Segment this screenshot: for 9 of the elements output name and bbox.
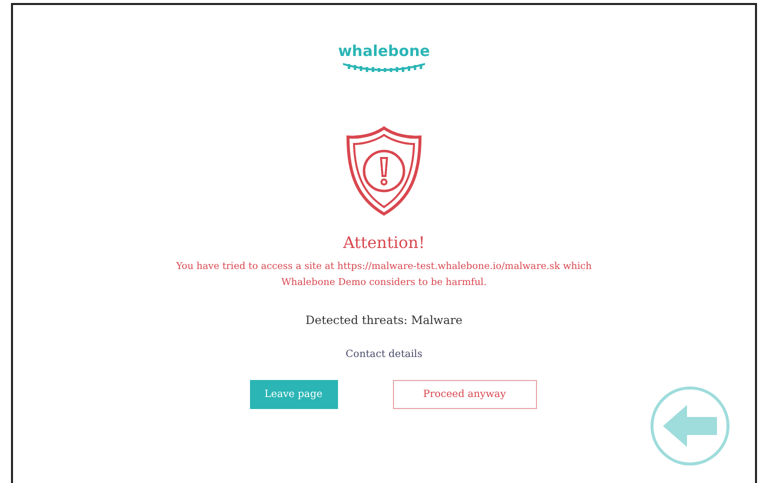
- attention-heading: Attention!: [343, 233, 425, 253]
- leave-page-button[interactable]: Leave page: [250, 380, 338, 409]
- contact-details-link[interactable]: Contact details: [346, 349, 422, 360]
- logo-waves-icon: [341, 61, 427, 73]
- shield-warning-icon: [344, 125, 424, 217]
- detected-threats-text: Detected threats: Malware: [306, 313, 462, 327]
- logo-wordmark: whalebone: [338, 42, 430, 60]
- proceed-button[interactable]: Proceed anyway: [392, 380, 536, 409]
- warning-message: You have tried to access a site at https://malware-test.whalebone.io/malware.sk which Whalebone Demo considers to be harmful.: [176, 260, 592, 290]
